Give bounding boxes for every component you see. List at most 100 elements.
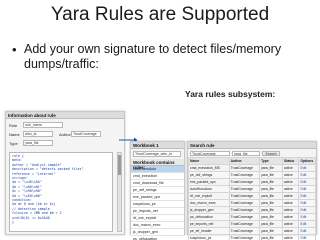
table-cell: TrustCoverage: [228, 206, 261, 214]
field-type: Type yara_file: [9, 140, 53, 146]
table-cell: yara_file: [259, 178, 283, 186]
table-cell: js_dropper_gen: [188, 206, 230, 214]
workbook-rule-item[interactable]: cmd_execution: [131, 173, 184, 180]
column-header[interactable]: Status: [281, 157, 300, 165]
edit-link[interactable]: Edit: [298, 213, 316, 221]
edit-link[interactable]: Edit: [298, 185, 316, 193]
table-cell: ps_obfuscation: [188, 213, 230, 221]
workbook-rule-list: AutoRunsAuto cmd_execution cmd_download_fi…: [131, 166, 184, 240]
table-cell: TrustCoverage: [228, 178, 261, 186]
field-label: Type: [9, 140, 18, 146]
table-cell: active: [281, 206, 300, 214]
subsystem-caption: Yara rules subsystem:: [185, 89, 276, 99]
table-cell: pe_imports_net: [188, 220, 230, 228]
search-type-select[interactable]: yara_file: [232, 150, 260, 156]
table-cell: active: [281, 192, 300, 200]
table-cell: doc_macro_exec: [188, 199, 230, 207]
table-row[interactable]: ps_obfuscation TrustCoverage yara_file acti…: [188, 213, 316, 221]
table-cell: pe_obf_strings: [188, 171, 230, 179]
table-cell: active: [281, 234, 300, 240]
workbook-rule-item[interactable]: cmd_download_file: [131, 180, 184, 187]
table-cell: TrustCoverage: [228, 213, 261, 221]
table-cell: suspicious_ps: [188, 234, 230, 240]
table-cell: active: [281, 171, 300, 179]
table-row[interactable]: exe_packed_upx TrustCoverage yara_file acti…: [188, 178, 316, 186]
workbook-rule-item[interactable]: pe_obf_strings: [131, 187, 184, 194]
table-row[interactable]: cmd_execution_MS TrustCoverage yara_file ac…: [188, 164, 316, 172]
search-filter-input[interactable]: TrustCoverage: [190, 150, 230, 156]
table-row[interactable]: rtf_cve_exploit TrustCoverage yara_file act…: [188, 192, 316, 200]
workbook-rule-item[interactable]: suspicious_ps: [131, 201, 184, 208]
rule-code-editor[interactable]: rule { meta: author = "Analyst sample" d…: [9, 152, 113, 232]
edit-link[interactable]: Edit: [298, 220, 316, 228]
table-cell: yara_file: [259, 164, 283, 172]
search-rule-panel: Search rule TrustCoverage yara_file Sear…: [187, 141, 317, 240]
table-cell: yara_file: [259, 192, 283, 200]
field-label: Author: [59, 131, 71, 137]
rule-input[interactable]: rule_name: [23, 122, 63, 128]
edit-link[interactable]: Edit: [298, 227, 316, 235]
workbook-rule-item[interactable]: ps_obfuscation: [131, 236, 184, 240]
rule-editor-panel: Information about rule Rule rule_name Na…: [5, 111, 125, 235]
edit-link[interactable]: Edit: [298, 234, 316, 240]
table-cell: exe_packed_upx: [188, 178, 230, 186]
workbook-rule-item[interactable]: rtf_cve_exploit: [131, 215, 184, 222]
edit-link[interactable]: Edit: [298, 178, 316, 186]
bullet-icon: •: [12, 42, 17, 57]
table-cell: active: [281, 178, 300, 186]
workbook-rule-item[interactable]: pe_imports_net: [131, 208, 184, 215]
table-row[interactable]: pe_imports_net TrustCoverage yara_file acti…: [188, 220, 316, 228]
column-header[interactable]: Options: [298, 157, 316, 165]
type-select[interactable]: yara_file: [23, 140, 53, 146]
edit-link[interactable]: Edit: [298, 164, 316, 172]
table-row[interactable]: doc_macro_exec TrustCoverage yara_file acti…: [188, 199, 316, 207]
table-cell: yara_file: [259, 206, 283, 214]
column-header[interactable]: Name: [188, 157, 230, 165]
workbook-rule-item[interactable]: doc_macro_exec: [131, 222, 184, 229]
table-cell: rtf_cve_exploit: [188, 192, 230, 200]
search-toolbar: TrustCoverage yara_file Search: [188, 149, 316, 157]
edit-link[interactable]: Edit: [298, 192, 316, 200]
table-cell: yara_file: [259, 227, 283, 235]
table-cell: active: [281, 199, 300, 207]
search-button[interactable]: Search: [262, 150, 280, 156]
table-row[interactable]: pe_elf_header TrustCoverage yara_file activ…: [188, 227, 316, 235]
edit-link[interactable]: Edit: [298, 199, 316, 207]
author-input[interactable]: TrustCoverage: [71, 131, 101, 137]
table-row[interactable]: suspicious_ps TrustCoverage yara_file activ…: [188, 234, 316, 240]
table-cell: TrustCoverage: [228, 185, 261, 193]
edit-link[interactable]: Edit: [298, 206, 316, 214]
workbook-rule-item[interactable]: exe_packed_upx: [131, 194, 184, 201]
column-header[interactable]: Type: [259, 157, 283, 165]
workbook-list-header: Workbook contains rules:: [131, 159, 184, 170]
table-cell: TrustCoverage: [228, 192, 261, 200]
field-label: Name: [9, 131, 20, 137]
table-cell: yara_file: [259, 220, 283, 228]
name-input[interactable]: wbn_ts: [23, 131, 53, 137]
edit-link[interactable]: Edit: [298, 171, 316, 179]
scroll-thumb[interactable]: [118, 155, 121, 175]
table-cell: yara_file: [259, 171, 283, 179]
workbook-rule-item[interactable]: js_dropper_gen: [131, 229, 184, 236]
table-row[interactable]: AutoRunsAuto TrustCoverage yara_file active…: [188, 185, 316, 193]
search-rule-header: Search rule: [188, 142, 316, 149]
table-row[interactable]: js_dropper_gen TrustCoverage yara_file acti…: [188, 206, 316, 214]
table-cell: active: [281, 164, 300, 172]
bullet-item: • Add your own signature to detect files…: [12, 42, 312, 72]
table-cell: yara_file: [259, 234, 283, 240]
table-cell: cmd_execution_MS: [188, 164, 230, 172]
code-line: }: [12, 220, 14, 225]
table-cell: TrustCoverage: [228, 227, 261, 235]
code-scrollbar[interactable]: [117, 152, 122, 232]
table-cell: pe_elf_header: [188, 227, 230, 235]
workbook-select[interactable]: TrustCoverage_wbn_ts: [133, 151, 181, 157]
field-label: Rule: [9, 122, 18, 128]
table-row[interactable]: pe_obf_strings TrustCoverage yara_file acti…: [188, 171, 316, 179]
workbook-header: Workbook 1: [131, 142, 184, 149]
field-rule: Rule rule_name: [9, 122, 63, 128]
table-cell: TrustCoverage: [228, 199, 261, 207]
table-cell: yara_file: [259, 185, 283, 193]
table-cell: AutoRunsAuto: [188, 185, 230, 193]
column-header[interactable]: Author: [228, 157, 261, 165]
workbook-rule-item[interactable]: AutoRunsAuto: [131, 166, 184, 173]
